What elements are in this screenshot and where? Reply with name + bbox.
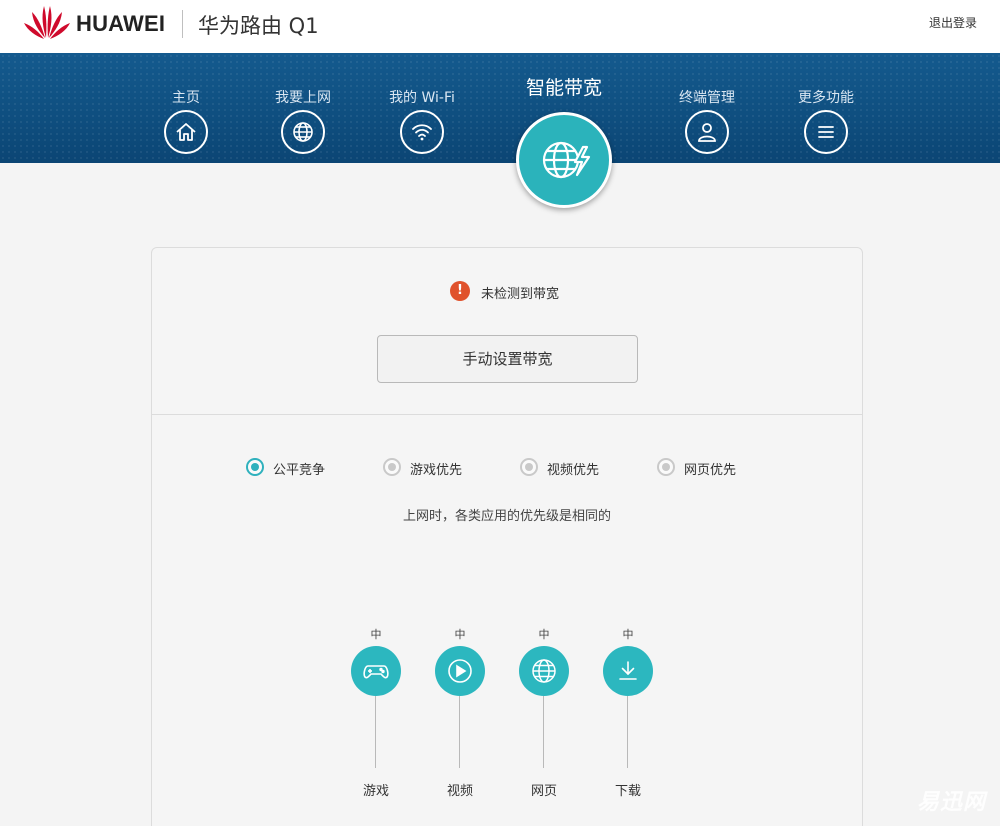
nav-icon-ring — [804, 110, 848, 154]
app-level-line — [627, 696, 628, 768]
globe-icon — [293, 122, 313, 142]
radio-unselected-icon — [657, 458, 675, 476]
priority-level: 中 — [622, 628, 634, 641]
globe-lightning-icon — [542, 141, 591, 179]
nav-item-devices[interactable]: 终端管理 — [652, 53, 762, 163]
globe-icon — [532, 659, 556, 683]
gamepad-icon — [363, 665, 389, 679]
app-circle[interactable] — [603, 646, 653, 696]
wifi-icon — [412, 124, 432, 141]
app-circle[interactable] — [435, 646, 485, 696]
app-name: 视频 — [446, 784, 473, 799]
panel-divider — [152, 414, 862, 415]
nav-icon-ring — [400, 110, 444, 154]
radio-unselected-icon — [383, 458, 401, 476]
status-text: 未检测到带宽 — [481, 287, 560, 302]
priority-level: 中 — [454, 628, 466, 641]
radio-label: 公平竞争 — [273, 463, 326, 478]
user-icon — [698, 123, 716, 142]
nav-label: 更多功能 — [798, 90, 854, 106]
play-icon — [448, 659, 472, 683]
app-circle[interactable] — [351, 646, 401, 696]
bandwidth-panel: ! 未检测到带宽 手动设置带宽 公平竞争 游戏优先 视频优先 网页优先 上网时，… — [151, 247, 863, 826]
watermark: 易迅网 — [916, 790, 986, 815]
nav-icon-ring — [281, 110, 325, 154]
brand-name: HUAWEI — [76, 11, 166, 36]
app-circle[interactable] — [519, 646, 569, 696]
header-separator — [182, 10, 183, 38]
nav-icon-ring — [164, 110, 208, 154]
logout-link[interactable]: 退出登录 — [929, 14, 977, 31]
nav-label: 主页 — [172, 90, 200, 106]
nav-item-internet[interactable]: 我要上网 — [248, 53, 358, 163]
home-icon — [176, 123, 196, 141]
alert-icon: ! — [450, 281, 470, 301]
radio-selected-icon — [246, 458, 264, 476]
mode-description: 上网时，各类应用的优先级是相同的 — [402, 509, 611, 524]
nav-label: 我要上网 — [275, 90, 331, 106]
app-level-line — [543, 696, 544, 768]
priority-level: 中 — [538, 628, 550, 641]
app-name: 下载 — [614, 784, 641, 799]
product-name: 华为路由 Q1 — [198, 14, 319, 38]
menu-icon — [818, 126, 834, 138]
nav-item-more[interactable]: 更多功能 — [771, 53, 881, 163]
nav-active-circle[interactable] — [516, 112, 612, 208]
huawei-logo-icon — [24, 6, 70, 39]
download-icon — [619, 661, 637, 680]
nav-label: 我的 Wi-Fi — [389, 90, 455, 106]
app-priority-video: 中 视频 — [435, 626, 485, 806]
nav-item-wifi[interactable]: 我的 Wi-Fi — [367, 53, 477, 163]
app-priority-game: 中 游戏 — [351, 626, 401, 806]
nav-icon-ring — [685, 110, 729, 154]
manual-bandwidth-button[interactable]: 手动设置带宽 — [377, 335, 638, 383]
app-level-line — [459, 696, 460, 768]
app-priority-web: 中 网页 — [519, 626, 569, 806]
app-level-line — [375, 696, 376, 768]
radio-label: 网页优先 — [684, 463, 737, 478]
main-nav: 主页 我要上网 我的 Wi-Fi 终端管理 更多功能 — [0, 53, 1000, 163]
nav-item-home[interactable]: 主页 — [131, 53, 241, 163]
radio-label: 视频优先 — [547, 463, 600, 478]
radio-unselected-icon — [520, 458, 538, 476]
priority-level: 中 — [370, 628, 382, 641]
radio-label: 游戏优先 — [410, 463, 463, 478]
app-priority-download: 中 下载 — [603, 626, 653, 806]
app-name: 游戏 — [362, 784, 389, 799]
app-name: 网页 — [530, 784, 557, 799]
nav-label-active: 智能带宽 — [525, 77, 602, 99]
nav-label: 终端管理 — [679, 90, 735, 106]
top-bar: HUAWEI 华为路由 Q1 退出登录 — [0, 0, 1000, 53]
